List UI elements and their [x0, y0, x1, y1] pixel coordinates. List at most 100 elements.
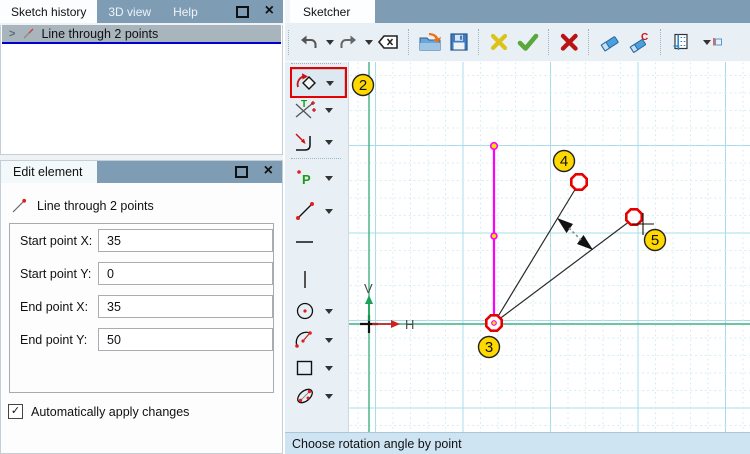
toolbar-separator	[478, 29, 480, 55]
undo-icon	[301, 35, 317, 48]
auto-apply-label: Automatically apply changes	[31, 404, 190, 419]
workplane-grid-button[interactable]	[667, 27, 695, 57]
redo-icon	[340, 35, 356, 48]
svg-text:5: 5	[651, 232, 659, 249]
start-x-input[interactable]	[98, 229, 273, 252]
line-tool-icon	[22, 27, 35, 40]
line-midpoint-marker	[490, 232, 498, 240]
rectangle-icon	[291, 355, 319, 381]
point-tool-button[interactable]: P	[291, 165, 343, 191]
rectangle-dropdown[interactable]	[325, 366, 333, 375]
canvas-svg: H V 2 3 4 5	[349, 62, 750, 432]
rotate-dropdown[interactable]	[326, 81, 334, 90]
trim-tool-button[interactable]: T	[291, 97, 343, 123]
edit-panel-title: Edit element	[1, 161, 98, 183]
workplane-dropdown[interactable]	[703, 40, 711, 49]
corner-dropdown[interactable]	[325, 140, 333, 149]
element-type-label: Line through 2 points	[37, 199, 154, 213]
eraser-button[interactable]	[595, 27, 625, 57]
toolbar-separator	[660, 29, 662, 55]
callout-2: 2	[351, 73, 375, 97]
grid-background	[349, 62, 750, 432]
end-y-input[interactable]	[98, 328, 273, 351]
svg-text:4: 4	[560, 153, 568, 170]
tab-3d-view[interactable]: 3D view	[97, 0, 162, 23]
edit-panel-header: Edit element ×	[1, 161, 282, 183]
clipped-toolbar-button[interactable]	[713, 27, 724, 57]
line-tool-button[interactable]	[291, 198, 343, 224]
undo-button[interactable]	[295, 27, 323, 57]
backspace-delete-button[interactable]	[373, 27, 403, 57]
line-startpoint-marker	[491, 320, 497, 326]
save-button[interactable]	[445, 27, 473, 57]
apply-button[interactable]	[513, 27, 543, 57]
undo-dropdown[interactable]	[326, 40, 334, 49]
tab-help[interactable]: Help	[162, 0, 209, 23]
arc-icon	[291, 327, 319, 353]
start-x-label: Start point X:	[20, 233, 93, 248]
arc-tool-button[interactable]	[291, 327, 343, 353]
toolbar-separator	[408, 29, 410, 55]
parameters-groupbox: Start point X: Start point Y: End point …	[9, 223, 274, 393]
open-button[interactable]	[415, 27, 445, 57]
tab-sketcher[interactable]: Sketcher	[290, 0, 375, 23]
svg-text:T: T	[301, 99, 307, 110]
sketcher-panel: Sketcher C T P H V 2 3 4 5 Choose rotati…	[285, 0, 750, 454]
callout-4: 4	[552, 149, 576, 173]
redo-button[interactable]	[334, 27, 362, 57]
start-angle-point-marker	[569, 173, 589, 191]
status-text: Choose rotation angle by point	[292, 436, 462, 451]
cancel-button[interactable]	[555, 27, 583, 57]
maximize-icon[interactable]	[234, 166, 248, 178]
drawing-canvas[interactable]: H V 2 3 4 5	[348, 62, 750, 432]
yellow-x-icon	[490, 33, 508, 51]
svg-text:3: 3	[485, 339, 493, 356]
h-axis-label: H	[405, 317, 414, 332]
auto-apply-row: ✓ Automatically apply changes	[8, 404, 189, 419]
tab-sketch-history[interactable]: Sketch history	[0, 0, 98, 23]
clear-eraser-button[interactable]: C	[625, 27, 655, 57]
history-item-selected[interactable]: > Line through 2 points	[2, 25, 281, 44]
circle-tool-button[interactable]	[291, 298, 343, 324]
save-floppy-icon	[450, 33, 468, 51]
line-endpoint-marker	[489, 141, 499, 151]
maximize-icon[interactable]	[235, 5, 249, 18]
trim-dropdown[interactable]	[325, 108, 333, 117]
end-x-label: End point X:	[20, 299, 89, 314]
drawing-toolbar: T P	[285, 62, 348, 432]
toolbar-drag-handle[interactable]	[288, 29, 292, 55]
expander-icon[interactable]: >	[9, 28, 15, 40]
vertical-line-tool-button[interactable]	[291, 267, 343, 293]
redo-dropdown[interactable]	[365, 40, 373, 49]
close-icon[interactable]: ×	[264, 163, 273, 179]
circle-dropdown[interactable]	[325, 309, 333, 318]
corner-tool-button[interactable]	[291, 129, 343, 155]
discard-changes-button[interactable]	[485, 27, 513, 57]
toolbar-drag-handle[interactable]	[291, 63, 341, 67]
ellipse-dropdown[interactable]	[325, 394, 333, 403]
open-folder-icon	[419, 33, 442, 51]
workplane-grid-icon	[673, 33, 688, 50]
rotate-tool-button[interactable]	[291, 69, 345, 97]
circle-icon	[291, 298, 319, 324]
horizontal-line-tool-button[interactable]	[291, 229, 343, 255]
line-dropdown[interactable]	[325, 209, 333, 218]
edit-element-panel: Edit element × Line through 2 points Sta…	[0, 160, 283, 454]
point-dropdown[interactable]	[325, 176, 333, 185]
end-x-input[interactable]	[98, 295, 273, 318]
history-list: > Line through 2 points	[0, 25, 283, 155]
svg-text:P: P	[302, 172, 311, 187]
end-y-label: End point Y:	[20, 332, 88, 347]
ellipse-tool-button[interactable]	[291, 383, 343, 409]
line-icon	[291, 198, 319, 224]
rotate-icon	[292, 70, 320, 96]
start-y-input[interactable]	[98, 262, 273, 285]
ellipse-icon	[291, 383, 319, 409]
rectangle-tool-button[interactable]	[291, 355, 343, 381]
callout-5: 5	[643, 228, 667, 252]
close-icon[interactable]: ×	[265, 2, 274, 19]
point-icon: P	[291, 165, 319, 191]
history-item-label: Line through 2 points	[41, 26, 159, 41]
arc-dropdown[interactable]	[325, 338, 333, 347]
auto-apply-checkbox[interactable]: ✓	[8, 404, 23, 419]
